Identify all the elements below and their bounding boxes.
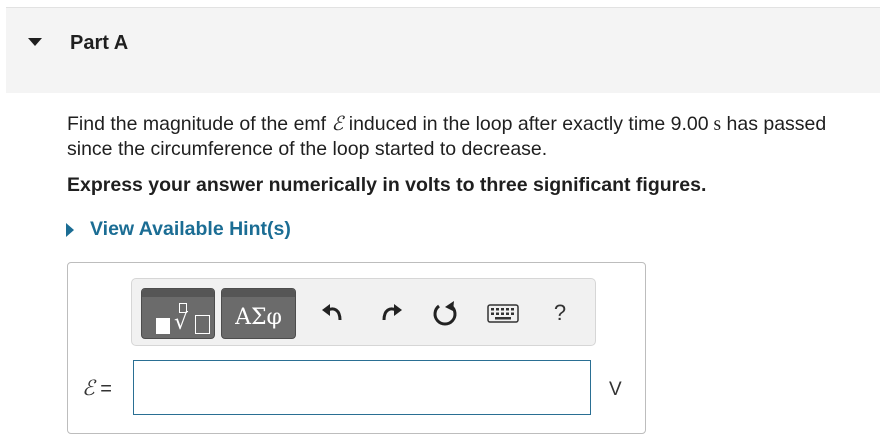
help-icon[interactable]: ? [545, 298, 575, 328]
keyboard-icon[interactable] [486, 298, 520, 328]
mastering-part-panel: Part A Find the magnitude of the emf ℰ i… [0, 0, 880, 444]
part-header[interactable]: Part A [6, 8, 880, 93]
question-text-middle: induced in the loop after exactly time 9… [343, 113, 709, 135]
seconds-unit: s [708, 114, 722, 135]
collapse-caret-icon[interactable] [28, 38, 42, 46]
undo-icon[interactable] [318, 298, 348, 328]
greek-symbols-label: ΑΣφ [235, 305, 282, 330]
part-title: Part A [70, 32, 129, 54]
question-text: Find the magnitude of the emf ℰ induced … [67, 111, 847, 162]
emf-symbol: ℰ [331, 112, 344, 135]
view-hints-link[interactable]: View Available Hint(s) [90, 218, 291, 241]
equals-sign: = [94, 378, 112, 400]
answer-input[interactable] [133, 360, 591, 415]
question-text-start: Find the magnitude of the emf [67, 113, 332, 135]
answer-label: ℰ = [82, 376, 112, 401]
view-hints-toggle[interactable]: View Available Hint(s) [66, 218, 291, 241]
answer-instruction: Express your answer numerically in volts… [67, 174, 707, 196]
templates-button[interactable]: √ [141, 288, 215, 339]
math-toolbar: √ ΑΣφ ? [131, 278, 596, 346]
greek-symbols-button[interactable]: ΑΣφ [221, 288, 296, 339]
reset-icon[interactable] [430, 298, 460, 328]
answer-emf-symbol: ℰ [82, 376, 95, 400]
unit-label: V [609, 379, 622, 400]
expand-caret-icon [66, 222, 74, 237]
redo-icon[interactable] [376, 298, 406, 328]
